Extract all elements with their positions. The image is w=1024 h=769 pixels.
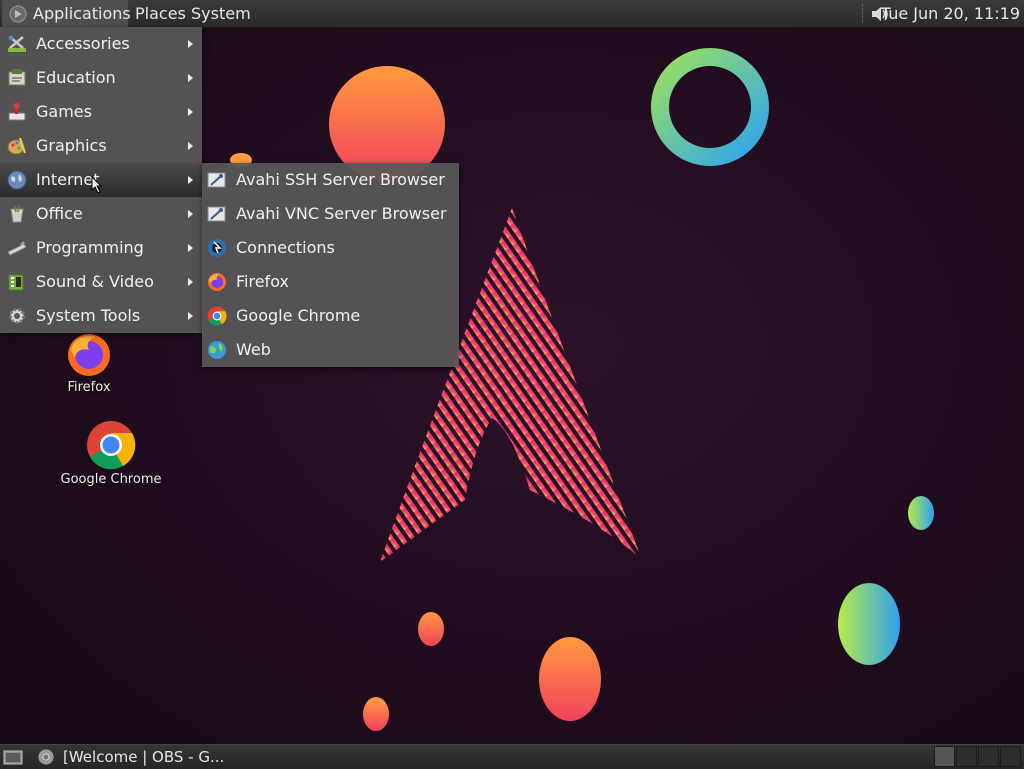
app-logo-icon [9,5,27,23]
menu-item-label: Education [36,68,116,87]
submenu-item-avahi-vnc[interactable]: Avahi VNC Server Browser [202,197,459,231]
mouse-cursor-icon [91,176,103,194]
desktop-icon-firefox[interactable]: Firefox [55,330,123,400]
submenu-arrow-icon [188,108,193,116]
workspace-3[interactable] [978,746,999,767]
show-desktop-icon[interactable] [3,748,23,766]
web-icon [208,341,226,359]
menu-item-label: Office [36,204,83,223]
menu-label-applications: Applications [33,4,131,23]
menu-item-system-tools[interactable]: System Tools [0,299,202,333]
accessories-icon [8,35,26,52]
submenu-arrow-icon [188,40,193,48]
panel-separator [862,4,865,23]
workspace-switcher[interactable] [932,745,1024,769]
submenu-item-label: Avahi VNC Server Browser [236,204,447,223]
applications-menu-button[interactable]: Applications [2,0,131,27]
submenu-item-label: Firefox [236,272,289,291]
submenu-item-label: Connections [236,238,335,257]
submenu-arrow-icon [188,278,193,286]
clock[interactable]: Tue Jun 20, 11:19 [881,0,1020,27]
office-icon [10,204,24,223]
submenu-item-label: Google Chrome [236,306,361,325]
workspace-4[interactable] [1000,746,1021,767]
submenu-arrow-icon [188,210,193,218]
internet-submenu: Avahi SSH Server Browser Avahi VNC Serve… [202,163,459,367]
menu-item-label: Accessories [36,34,130,53]
avahi-ssh-icon [207,172,226,188]
menu-label-places: Places [135,4,186,23]
menu-item-label: System Tools [36,306,141,325]
chrome-icon [207,306,227,326]
top-panel: Applications Places System Tue Jun 20, 1… [0,0,1024,28]
menu-item-label: Sound & Video [36,272,154,291]
submenu-arrow-icon [188,312,193,320]
submenu-item-firefox[interactable]: Firefox [202,265,459,299]
avahi-vnc-icon [207,206,226,222]
education-icon [8,69,26,86]
submenu-item-label: Avahi SSH Server Browser [236,170,445,189]
menu-item-label: Graphics [36,136,107,155]
workspace-2[interactable] [956,746,977,767]
submenu-arrow-icon [188,244,193,252]
submenu-arrow-icon [188,176,193,184]
menu-item-games[interactable]: Games [0,95,202,129]
workspace-1[interactable] [934,746,955,767]
chrome-icon [38,749,54,765]
globe-icon [7,170,27,190]
submenu-arrow-icon [188,142,193,150]
menu-item-graphics[interactable]: Graphics [0,129,202,163]
submenu-item-label: Web [236,340,271,359]
submenu-item-avahi-ssh[interactable]: Avahi SSH Server Browser [202,163,459,197]
menu-item-label: Games [36,102,92,121]
taskbar-window-title: [Welcome | OBS - G... [63,748,225,766]
sound-video-icon [8,274,24,291]
submenu-item-google-chrome[interactable]: Google Chrome [202,299,459,333]
menu-item-accessories[interactable]: Accessories [0,27,202,61]
gear-icon [9,308,25,324]
menu-item-office[interactable]: Office [0,197,202,231]
firefox-icon [68,334,110,376]
programming-icon [7,241,27,256]
desktop-icon-label: Google Chrome [60,472,162,487]
submenu-arrow-icon [188,74,193,82]
desktop-icon-label: Firefox [67,380,111,395]
submenu-item-connections[interactable]: Connections [202,231,459,265]
system-menu-button[interactable]: System [184,0,258,27]
bottom-panel: [Welcome | OBS - G... [0,744,1024,769]
menu-item-label: Internet [36,170,100,189]
taskbar-window-button[interactable]: [Welcome | OBS - G... [30,745,310,769]
menu-item-sound-video[interactable]: Sound & Video [0,265,202,299]
submenu-item-web[interactable]: Web [202,333,459,367]
graphics-icon [7,137,26,155]
desktop-icon-google-chrome[interactable]: Google Chrome [60,420,162,490]
menu-item-programming[interactable]: Programming [0,231,202,265]
chrome-icon [87,421,136,470]
menu-item-label: Programming [36,238,144,257]
menu-item-education[interactable]: Education [0,61,202,95]
firefox-icon [208,273,226,291]
games-icon [8,103,26,121]
connections-icon [208,239,226,257]
menu-label-system: System [191,4,251,23]
